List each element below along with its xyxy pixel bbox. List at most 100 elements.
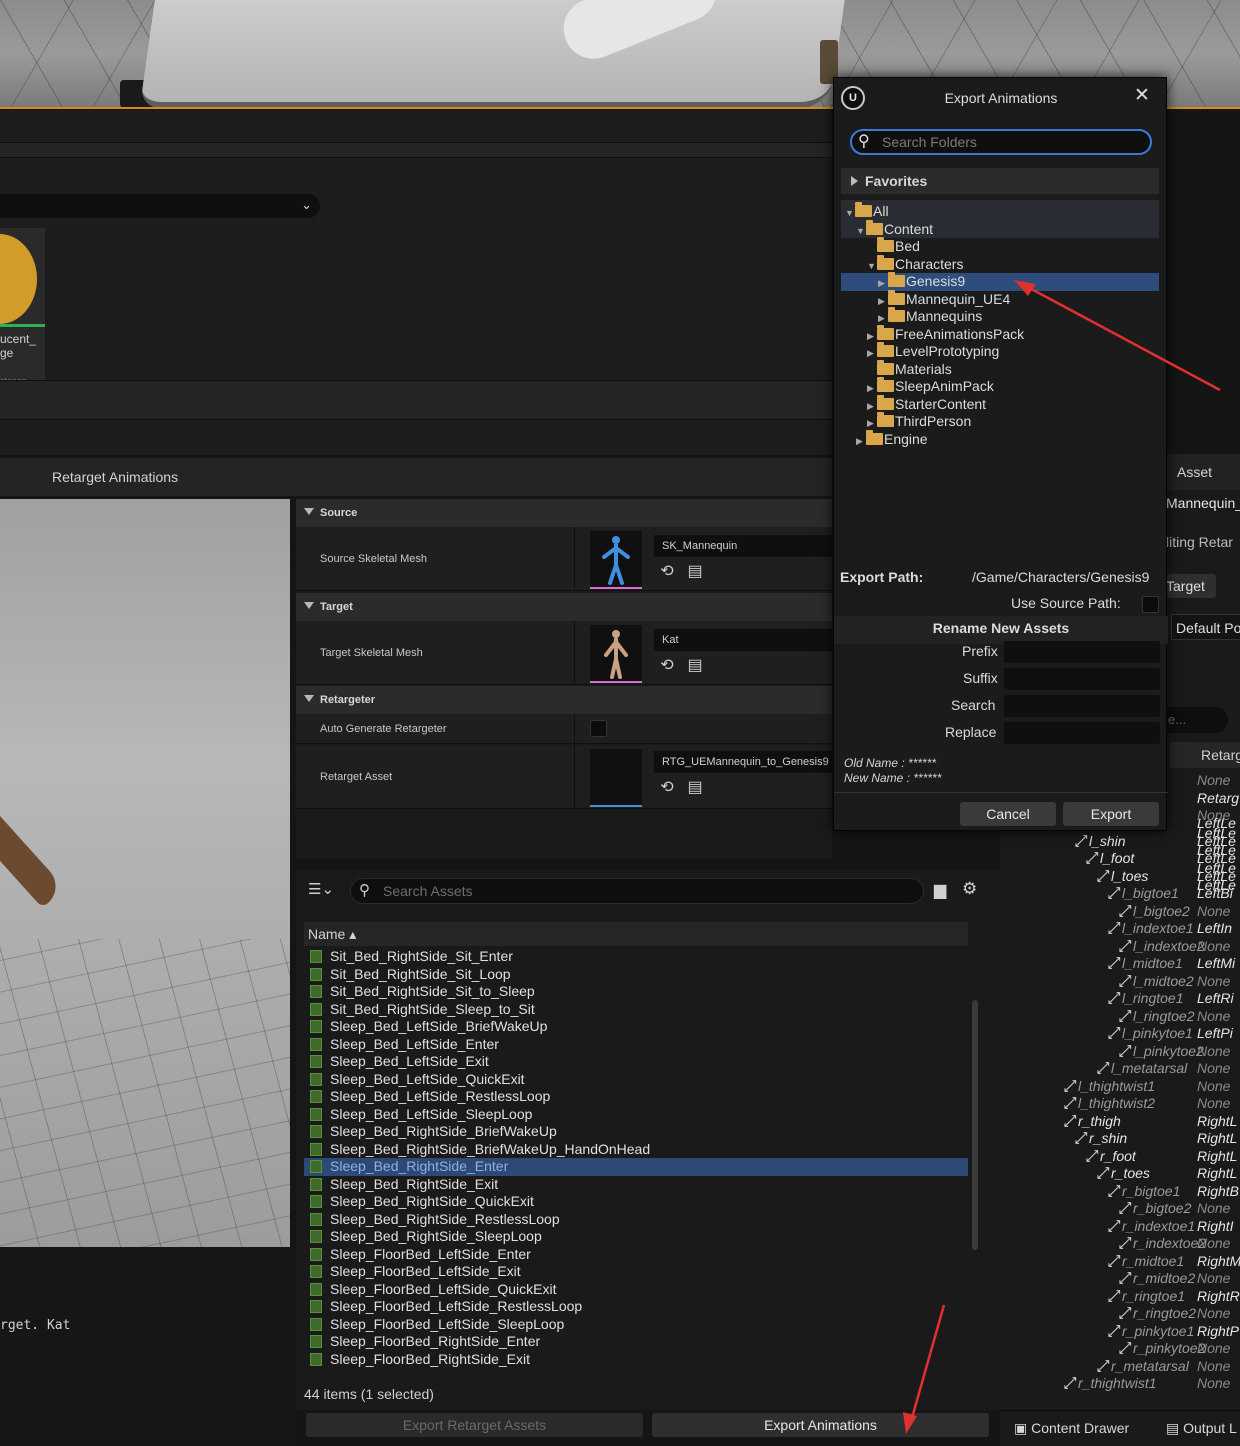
bone-row[interactable]: ⟷r_toes [1092, 1162, 1150, 1184]
bone-row[interactable]: ⟷r_midtoe1 [1103, 1249, 1184, 1271]
list-item[interactable]: Sleep_FloorBed_LeftSide_QuickExit [304, 1281, 968, 1299]
browse-icon[interactable]: ▤ [686, 563, 704, 581]
gear-icon[interactable]: ⚙ [962, 879, 977, 899]
bone-row[interactable]: ⟷l_midtoe2 [1114, 969, 1194, 991]
folder-thirdperson[interactable]: ▶ ThirdPerson [867, 412, 971, 431]
bone-row[interactable]: ⟷r_shin [1070, 1127, 1127, 1149]
list-item[interactable]: Sleep_FloorBed_LeftSide_SleepLoop [304, 1316, 968, 1334]
chevron-down-icon[interactable]: ▼ [856, 223, 866, 241]
bone-row[interactable]: ⟷l_thightwist1 [1059, 1074, 1155, 1096]
export-retarget-assets-button[interactable]: Export Retarget Assets [306, 1413, 643, 1437]
list-item[interactable]: Sleep_Bed_LeftSide_BriefWakeUp [304, 1018, 968, 1036]
prefix-input[interactable] [1004, 641, 1160, 663]
folder-content[interactable]: ▼ Content [856, 219, 933, 241]
list-scrollbar[interactable] [972, 1000, 978, 1250]
folder-startercontent[interactable]: ▶ StarterContent [867, 394, 986, 414]
bone-row[interactable]: ⟷l_foot [1081, 847, 1134, 869]
bone-row[interactable]: ⟷l_indextoe2 [1114, 934, 1205, 956]
section-source[interactable]: Source [296, 499, 832, 527]
export-animations-button[interactable]: Export Animations [652, 1413, 989, 1437]
folder-all[interactable]: ▼ All [845, 202, 889, 221]
source-mesh-field[interactable]: SK_Mannequin [654, 535, 832, 557]
bone-row[interactable]: ⟷r_ringtoe1 [1103, 1284, 1185, 1306]
list-item[interactable]: Sit_Bed_RightSide_Sleep_to_Sit [304, 1001, 968, 1019]
bone-row[interactable]: ⟷r_ringtoe2 [1114, 1302, 1196, 1324]
list-item[interactable]: Sleep_Bed_LeftSide_QuickExit [304, 1071, 968, 1089]
bone-row[interactable]: ⟷r_midtoe2 [1114, 1267, 1195, 1289]
list-item[interactable]: Sleep_Bed_LeftSide_SleepLoop [304, 1106, 968, 1124]
cancel-button[interactable]: Cancel [960, 802, 1056, 826]
folder-engine[interactable]: ▶ Engine [856, 429, 928, 451]
bone-row[interactable]: ⟷r_thightwist1 [1059, 1372, 1156, 1394]
source-mesh-thumbnail[interactable] [590, 531, 642, 589]
bone-row[interactable]: ⟷l_indextoe1 [1103, 917, 1194, 939]
asset-search-input[interactable]: ⚲ Search Assets [350, 878, 924, 904]
name-column-header[interactable]: Name ▴ [304, 922, 968, 946]
folder-materials[interactable]: Materials [867, 359, 952, 379]
material-thumbnail[interactable]: ucent_ ge stance [0, 228, 45, 386]
filter-icon[interactable]: ☰⌄ [308, 880, 334, 898]
auto-generate-checkbox[interactable] [590, 720, 607, 737]
list-item[interactable]: Sleep_FloorBed_RightSide_Enter [304, 1333, 968, 1351]
bone-row[interactable]: ⟷r_metatarsal [1092, 1354, 1189, 1376]
bone-row[interactable]: ⟷l_toes [1092, 864, 1148, 886]
skeleton-search[interactable]: e... [1166, 707, 1228, 733]
suffix-input[interactable] [1004, 668, 1160, 690]
list-item[interactable]: Sleep_Bed_RightSide_BriefWakeUp [304, 1123, 968, 1141]
search-input[interactable] [1004, 695, 1160, 717]
browse-icon[interactable]: ▤ [686, 657, 704, 675]
tab-retarget-animations[interactable]: Retarget Animations [52, 469, 178, 485]
list-item[interactable]: Sit_Bed_RightSide_Sit_Loop [304, 966, 968, 984]
output-log-button[interactable]: ▤ Output L [1166, 1420, 1237, 1437]
bone-row[interactable]: ⟷l_pinkytoe1 [1103, 1022, 1193, 1044]
folder-mannequin_ue4[interactable]: ▶ Mannequin_UE4 [878, 289, 1010, 309]
list-item[interactable]: Sleep_Bed_LeftSide_Exit [304, 1053, 968, 1071]
bone-row[interactable]: ⟷r_thigh [1059, 1109, 1121, 1131]
folder-genesis9[interactable]: ▶ Genesis9 [878, 272, 965, 291]
list-item[interactable]: Sleep_Bed_RightSide_RestlessLoop [304, 1211, 968, 1229]
target-mesh-field[interactable]: Kat [654, 629, 832, 651]
retarget-asset-field[interactable]: RTG_UEMannequin_to_Genesis9 [654, 751, 832, 773]
bone-row[interactable]: ⟷r_foot [1081, 1144, 1136, 1166]
use-selected-icon[interactable]: ⟲ [658, 657, 676, 675]
list-item[interactable]: Sleep_Bed_RightSide_QuickExit [304, 1193, 968, 1211]
list-item[interactable]: Sit_Bed_RightSide_Sit_Enter [304, 948, 968, 966]
bone-row[interactable]: ⟷r_bigtoe2 [1114, 1197, 1191, 1219]
close-icon[interactable]: ✕ [1134, 84, 1150, 107]
list-item[interactable]: Sleep_Bed_RightSide_Exit [304, 1176, 968, 1194]
bone-row[interactable]: ⟷l_thightwist2 [1059, 1092, 1155, 1114]
folder-characters[interactable]: ▼ Characters [867, 254, 963, 274]
section-retargeter[interactable]: Retargeter [296, 686, 832, 714]
list-item[interactable]: Sleep_Bed_LeftSide_Enter [304, 1036, 968, 1054]
folder-levelprototyping[interactable]: ▶ LevelPrototyping [867, 342, 999, 361]
list-item[interactable]: Sit_Bed_RightSide_Sit_to_Sleep [304, 983, 968, 1001]
bone-row[interactable]: ⟷r_bigtoe1 [1103, 1179, 1180, 1201]
chevron-right-icon[interactable]: ▶ [856, 433, 866, 451]
bone-row[interactable]: ⟷r_pinkytoe1 [1103, 1319, 1194, 1341]
bone-row[interactable]: ⟷r_pinkytoe2 [1114, 1337, 1205, 1359]
list-item[interactable]: Sleep_FloorBed_RightSide_Exit [304, 1351, 968, 1369]
preview-viewport[interactable] [0, 499, 290, 1247]
favorites-header[interactable]: Favorites [841, 168, 1159, 194]
bone-row[interactable]: ⟷l_metatarsal [1092, 1057, 1187, 1079]
list-item[interactable]: Sleep_Bed_RightSide_BriefWakeUp_HandOnHe… [304, 1141, 968, 1159]
bone-row[interactable]: ⟷l_bigtoe2 [1114, 899, 1190, 921]
bone-row[interactable]: ⟷l_bigtoe1 [1103, 882, 1179, 904]
use-source-path-checkbox[interactable] [1142, 596, 1159, 613]
folder-sleepanimpack[interactable]: ▶ SleepAnimPack [867, 377, 994, 396]
content-drawer-button[interactable]: ▣ Content Drawer [1014, 1420, 1129, 1437]
target-button[interactable]: Target [1166, 574, 1216, 598]
bone-row[interactable]: ⟷l_shin [1070, 829, 1125, 851]
folder-search-input[interactable]: ⚲ Search Folders [850, 129, 1152, 155]
folder-bed[interactable]: Bed [867, 237, 920, 256]
bone-row[interactable]: ⟷l_pinkytoe2 [1114, 1039, 1204, 1061]
use-selected-icon[interactable]: ⟲ [658, 563, 676, 581]
bone-row[interactable]: ⟷l_midtoe1 [1103, 952, 1183, 974]
bone-row[interactable]: ⟷r_indextoe1 [1103, 1214, 1195, 1236]
export-button[interactable]: Export [1063, 802, 1159, 826]
bone-row[interactable]: ⟷r_indextoe2 [1114, 1232, 1206, 1254]
use-selected-icon[interactable]: ⟲ [658, 779, 676, 797]
target-mesh-thumbnail[interactable] [590, 625, 642, 683]
list-item[interactable]: Sleep_Bed_RightSide_Enter [304, 1158, 968, 1176]
retarget-asset-thumbnail[interactable] [590, 749, 642, 807]
